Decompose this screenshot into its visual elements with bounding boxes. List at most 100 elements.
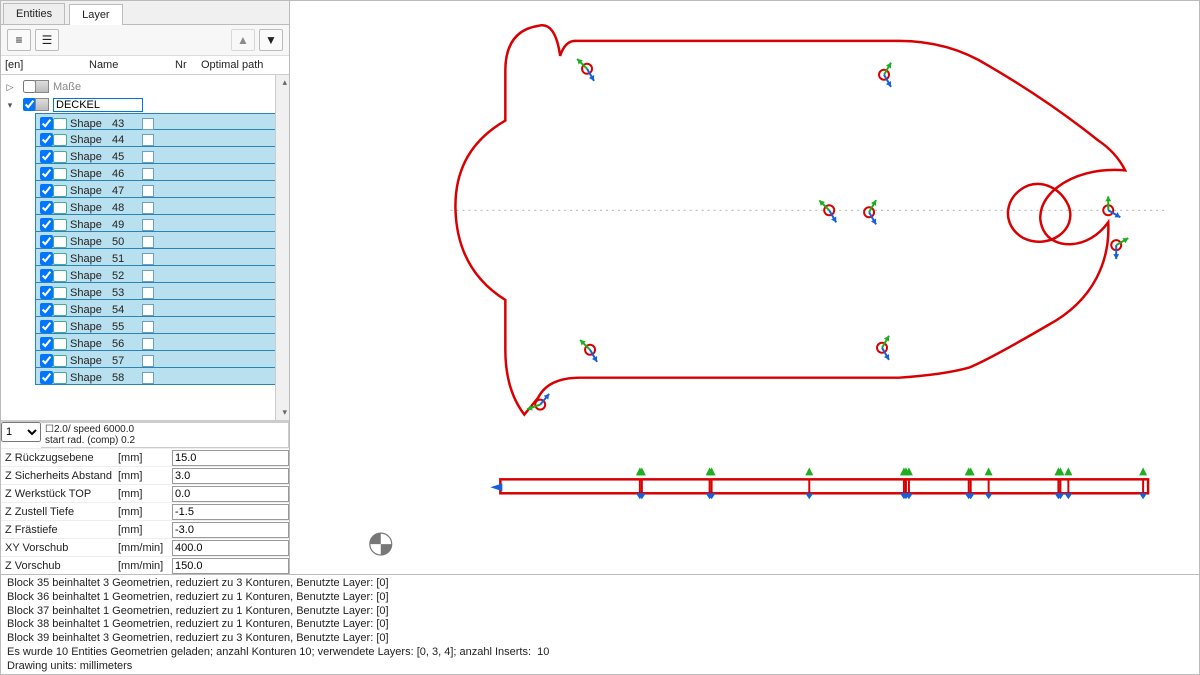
shape-opt-checkbox[interactable] <box>142 236 154 248</box>
shape-icon <box>53 372 67 384</box>
param-input[interactable] <box>172 504 289 520</box>
shape-row[interactable]: Shape53 <box>35 283 287 300</box>
shape-icon <box>53 118 67 130</box>
shape-row[interactable]: Shape52 <box>35 266 287 283</box>
side-view <box>490 467 1148 499</box>
tree-scrollbar[interactable]: ▴ ▾ <box>275 75 289 420</box>
shape-number: 47 <box>112 185 140 197</box>
move-up-button[interactable]: ▲ <box>231 29 255 51</box>
shape-row[interactable]: Shape55 <box>35 317 287 334</box>
layer-node-masse[interactable]: ▷ Maße <box>5 77 287 95</box>
shape-label: Shape <box>70 219 112 231</box>
shape-opt-checkbox[interactable] <box>142 202 154 214</box>
shape-enable-checkbox[interactable] <box>40 201 53 214</box>
param-label: Z Frästiefe <box>1 524 118 536</box>
shape-icon <box>53 253 67 265</box>
expand-icon[interactable]: ▷ <box>5 82 15 92</box>
tab-layer[interactable]: Layer <box>69 4 123 25</box>
layer-name-input[interactable] <box>53 98 143 112</box>
shape-enable-checkbox[interactable] <box>40 117 53 130</box>
shape-opt-checkbox[interactable] <box>142 321 154 333</box>
col-name: Name <box>89 59 175 71</box>
collapse-icon[interactable]: ▾ <box>5 100 15 110</box>
param-input[interactable] <box>172 540 289 556</box>
shape-opt-checkbox[interactable] <box>142 287 154 299</box>
shape-enable-checkbox[interactable] <box>40 252 53 265</box>
shape-row[interactable]: Shape56 <box>35 334 287 351</box>
shape-icon <box>53 185 67 197</box>
shape-row[interactable]: Shape49 <box>35 215 287 232</box>
shape-opt-checkbox[interactable] <box>142 185 154 197</box>
shape-row[interactable]: Shape58 <box>35 368 287 385</box>
shape-icon <box>53 219 67 231</box>
shape-row[interactable]: Shape51 <box>35 249 287 266</box>
shape-opt-checkbox[interactable] <box>142 304 154 316</box>
shape-enable-checkbox[interactable] <box>40 269 53 282</box>
shape-row[interactable]: Shape48 <box>35 198 287 215</box>
shape-opt-checkbox[interactable] <box>142 118 154 130</box>
shape-list: Shape43Shape44Shape45Shape46Shape47Shape… <box>35 113 287 385</box>
drawing-viewport[interactable] <box>290 0 1200 575</box>
shape-icon <box>53 202 67 214</box>
shape-row[interactable]: Shape50 <box>35 232 287 249</box>
shape-enable-checkbox[interactable] <box>40 337 53 350</box>
shape-opt-checkbox[interactable] <box>142 168 154 180</box>
param-label: Z Zustell Tiefe <box>1 506 118 518</box>
shape-label: Shape <box>70 287 112 299</box>
shape-label: Shape <box>70 372 112 384</box>
shape-number: 53 <box>112 287 140 299</box>
shape-row[interactable]: Shape43 <box>35 113 287 130</box>
side-tabs: Entities Layer <box>1 1 289 25</box>
expand-all-button[interactable]: ☰ <box>35 29 59 51</box>
shape-opt-checkbox[interactable] <box>142 151 154 163</box>
layer-node-deckel[interactable]: ▾ <box>5 95 287 113</box>
layer-label: Maße <box>51 81 287 93</box>
param-unit: [mm] <box>118 506 172 518</box>
layer-toolbar: ≡ ☰ ▲ ▼ <box>1 25 289 56</box>
shape-label: Shape <box>70 253 112 265</box>
shape-label: Shape <box>70 168 112 180</box>
shape-enable-checkbox[interactable] <box>40 354 53 367</box>
shape-row[interactable]: Shape47 <box>35 181 287 198</box>
param-label: Z Vorschub <box>1 560 118 572</box>
param-unit: [mm/min] <box>118 542 172 554</box>
param-input[interactable] <box>172 522 289 538</box>
shape-enable-checkbox[interactable] <box>40 218 53 231</box>
param-input[interactable] <box>172 450 289 466</box>
shape-opt-checkbox[interactable] <box>142 338 154 350</box>
tool-select[interactable]: 1 <box>1 422 41 442</box>
shape-row[interactable]: Shape54 <box>35 300 287 317</box>
shape-enable-checkbox[interactable] <box>40 303 53 316</box>
shape-icon <box>53 168 67 180</box>
shape-row[interactable]: Shape44 <box>35 130 287 147</box>
shape-row[interactable]: Shape57 <box>35 351 287 368</box>
shape-enable-checkbox[interactable] <box>40 167 53 180</box>
shape-opt-checkbox[interactable] <box>142 219 154 231</box>
tab-entities[interactable]: Entities <box>3 3 65 24</box>
shape-enable-checkbox[interactable] <box>40 184 53 197</box>
col-en: [en] <box>5 59 45 71</box>
collapse-all-button[interactable]: ≡ <box>7 29 31 51</box>
shape-row[interactable]: Shape45 <box>35 147 287 164</box>
shape-opt-checkbox[interactable] <box>142 372 154 384</box>
shape-opt-checkbox[interactable] <box>142 134 154 146</box>
shape-opt-checkbox[interactable] <box>142 270 154 282</box>
shape-opt-checkbox[interactable] <box>142 355 154 367</box>
move-down-button[interactable]: ▼ <box>259 29 283 51</box>
shape-enable-checkbox[interactable] <box>40 371 53 384</box>
shape-enable-checkbox[interactable] <box>40 235 53 248</box>
param-input[interactable] <box>172 486 289 502</box>
shape-enable-checkbox[interactable] <box>40 286 53 299</box>
shape-icon <box>53 151 67 163</box>
shape-row[interactable]: Shape46 <box>35 164 287 181</box>
log-line: Es wurde 10 Entities Geometrien geladen;… <box>7 646 1193 660</box>
shape-enable-checkbox[interactable] <box>40 320 53 333</box>
shape-enable-checkbox[interactable] <box>40 150 53 163</box>
shape-opt-checkbox[interactable] <box>142 253 154 265</box>
param-row: Z Werkstück TOP[mm] <box>1 484 289 502</box>
shape-number: 49 <box>112 219 140 231</box>
shape-enable-checkbox[interactable] <box>40 133 53 146</box>
shape-label: Shape <box>70 270 112 282</box>
param-input[interactable] <box>172 468 289 484</box>
param-input[interactable] <box>172 558 289 574</box>
